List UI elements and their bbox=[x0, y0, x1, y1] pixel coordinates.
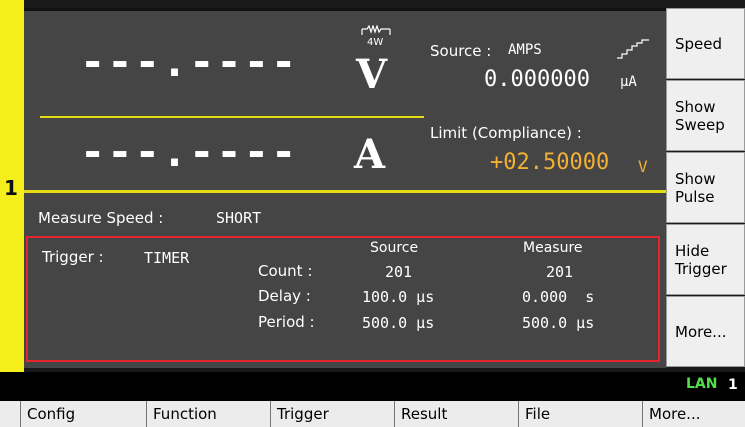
softkey-more[interactable]: More... bbox=[666, 296, 745, 367]
lan-status: LAN bbox=[686, 376, 718, 392]
measure-speed-value: SHORT bbox=[216, 209, 262, 227]
softkey-show-sweep[interactable]: Show Sweep bbox=[666, 80, 745, 151]
channel-number: 1 bbox=[4, 176, 18, 200]
trigger-measure-header: Measure bbox=[523, 240, 583, 256]
reading-divider bbox=[40, 116, 424, 118]
staircase-sweep-icon bbox=[617, 39, 649, 59]
menu-trigger[interactable]: Trigger bbox=[270, 401, 394, 427]
delay-label: Delay : bbox=[258, 287, 311, 305]
menu-more[interactable]: More... bbox=[642, 401, 745, 427]
sense-label: 4W bbox=[367, 37, 384, 48]
delay-source: 100.0 µs bbox=[362, 288, 435, 306]
current-reading: ---.---- bbox=[80, 127, 299, 176]
voltage-unit: V bbox=[356, 51, 388, 98]
source-unit: µA bbox=[620, 74, 637, 90]
limit-label: Limit (Compliance) : bbox=[430, 124, 582, 142]
softkey-speed[interactable]: Speed bbox=[666, 8, 745, 79]
trigger-source-header: Source bbox=[370, 240, 419, 256]
period-measure: 500.0 µs bbox=[522, 314, 595, 332]
menu-function[interactable]: Function bbox=[146, 401, 270, 427]
status-bar bbox=[0, 372, 745, 401]
limit-unit: V bbox=[638, 157, 648, 176]
source-label: Source : bbox=[430, 42, 492, 60]
measure-speed-label: Measure Speed : bbox=[38, 209, 164, 227]
count-source: 201 bbox=[385, 263, 413, 281]
softkey-panel: Speed Show Sweep Show Pulse Hide Trigger… bbox=[666, 8, 745, 368]
trigger-mode: TIMER bbox=[144, 249, 190, 267]
voltage-reading: ---.---- bbox=[80, 37, 299, 86]
trigger-label: Trigger : bbox=[42, 248, 104, 266]
softkey-hide-trigger[interactable]: Hide Trigger bbox=[666, 224, 745, 295]
period-label: Period : bbox=[258, 313, 315, 331]
limit-value: +02.50000 bbox=[490, 150, 610, 175]
menu-config[interactable]: Config bbox=[20, 401, 146, 427]
status-channel: 1 bbox=[728, 377, 738, 393]
current-unit: A bbox=[354, 131, 386, 178]
panel-divider bbox=[24, 190, 666, 193]
menu-result[interactable]: Result bbox=[394, 401, 518, 427]
count-measure: 201 bbox=[546, 263, 574, 281]
period-source: 500.0 µs bbox=[362, 314, 435, 332]
function-menu-bar: Config Function Trigger Result File More… bbox=[0, 401, 745, 427]
count-label: Count : bbox=[258, 262, 313, 280]
softkey-show-pulse[interactable]: Show Pulse bbox=[666, 152, 745, 223]
source-value: 0.000000 bbox=[484, 67, 590, 92]
delay-measure: 0.000 s bbox=[522, 288, 595, 306]
source-type: AMPS bbox=[508, 42, 542, 58]
menu-file[interactable]: File bbox=[518, 401, 642, 427]
